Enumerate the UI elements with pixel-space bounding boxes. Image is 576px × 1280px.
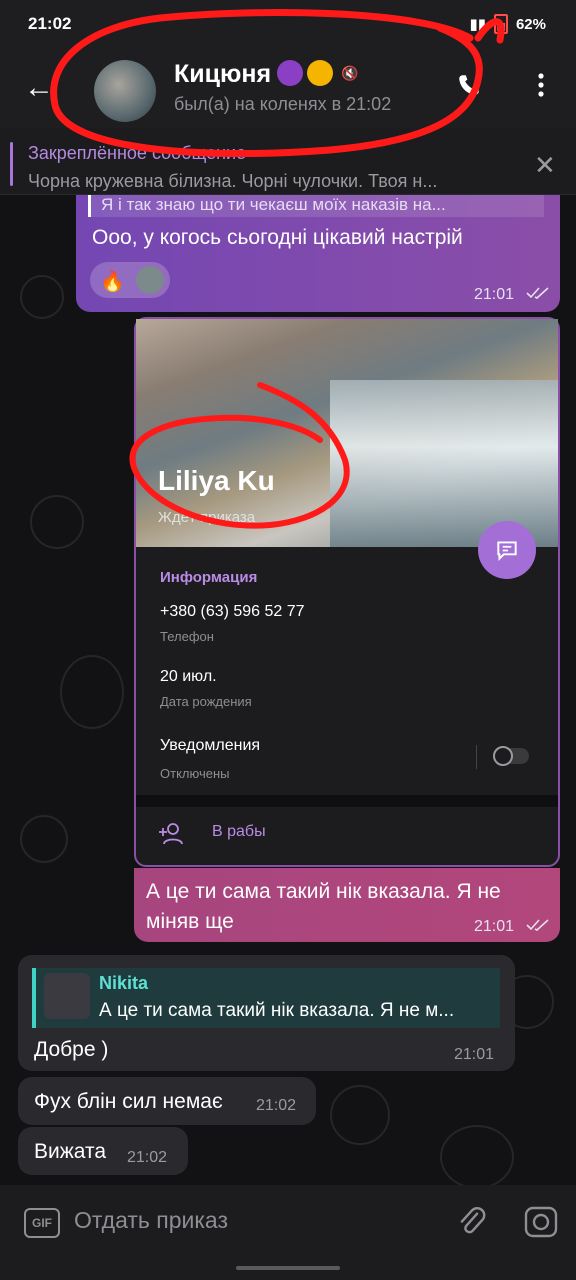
pinned-indicator <box>10 142 13 186</box>
signal-icon: ▮▮ <box>469 16 486 33</box>
notifications-toggle[interactable] <box>493 746 529 766</box>
reply-preview[interactable]: Я і так знаю що ти чекаєш моїх наказів н… <box>88 195 544 217</box>
status-icons: ▮▮ 62% <box>469 14 546 34</box>
phone-label: Телефон <box>160 629 214 644</box>
notifications-label[interactable]: Уведомления <box>160 737 260 755</box>
reaction-avatar <box>136 266 164 294</box>
camera-icon[interactable] <box>524 1206 558 1243</box>
more-menu-icon[interactable] <box>536 72 546 105</box>
double-check-icon <box>526 918 550 937</box>
info-section-title: Информация <box>160 569 258 586</box>
contact-name-row[interactable]: Кицюня 🔇 <box>174 60 358 89</box>
birthday-label: Дата рождения <box>160 694 252 709</box>
last-seen: был(а) на коленях в 21:02 <box>174 94 392 114</box>
reply-text: А це ти сама такий нік вказала. Я не м..… <box>99 1000 455 1021</box>
double-check-icon <box>526 286 550 305</box>
divider <box>476 745 477 769</box>
message-time: 21:01 <box>474 918 515 935</box>
message-text: Вижата <box>34 1140 107 1163</box>
profile-status: Ждёт приказа <box>158 509 256 526</box>
fire-reaction-icon: 🔥 <box>100 271 125 293</box>
phone-value[interactable]: +380 (63) 596 52 77 <box>160 603 305 621</box>
gif-button[interactable]: GIF <box>24 1208 60 1238</box>
back-arrow-icon[interactable]: ← <box>24 70 54 106</box>
devil-emoji-icon <box>277 60 304 86</box>
smirk-emoji-icon <box>307 60 334 86</box>
message-text: А це ти сама такий нік вказала. Я не <box>146 880 501 903</box>
pinned-text: Чорна кружевна білизна. Чорні чулочки. Т… <box>28 171 438 191</box>
message-button[interactable] <box>478 521 536 579</box>
message-time: 21:01 <box>454 1046 495 1063</box>
add-to-contacts-button[interactable]: В рабы <box>212 823 266 841</box>
birthday-value: 20 июл. <box>160 668 217 685</box>
contact-name: Кицюня <box>174 60 272 88</box>
message-text: Добре ) <box>34 1038 109 1061</box>
message-input[interactable]: Отдать приказ <box>74 1207 228 1234</box>
message-time: 21:02 <box>256 1097 297 1114</box>
message-text: Ооо, у когось сьогодні цікавий настрій <box>92 226 463 249</box>
message-time: 21:01 <box>474 286 515 303</box>
call-icon[interactable] <box>456 72 482 105</box>
chat-icon <box>497 541 517 562</box>
muted-icon: 🔇 <box>341 65 359 81</box>
status-time: 21:02 <box>28 14 72 33</box>
close-icon[interactable]: ✕ <box>534 150 556 181</box>
pinned-title: Закреплённое сообщение <box>28 143 247 163</box>
battery-icon <box>493 14 508 34</box>
message-text: Фух блін сил немає <box>34 1090 223 1113</box>
profile-photo-water <box>330 380 558 547</box>
home-indicator <box>236 1266 340 1270</box>
add-contact-icon <box>158 822 186 851</box>
message-time: 21:02 <box>127 1149 168 1166</box>
message-text: міняв ще <box>146 910 234 933</box>
battery-percent: 62% <box>515 15 546 33</box>
notifications-state: Отключены <box>160 766 230 781</box>
reply-author: Nikita <box>99 973 149 993</box>
reply-thumbnail <box>44 973 90 1019</box>
card-divider <box>136 795 558 807</box>
profile-name: Liliya Ku <box>158 465 275 496</box>
avatar[interactable] <box>94 60 156 122</box>
attach-icon[interactable] <box>456 1204 486 1243</box>
